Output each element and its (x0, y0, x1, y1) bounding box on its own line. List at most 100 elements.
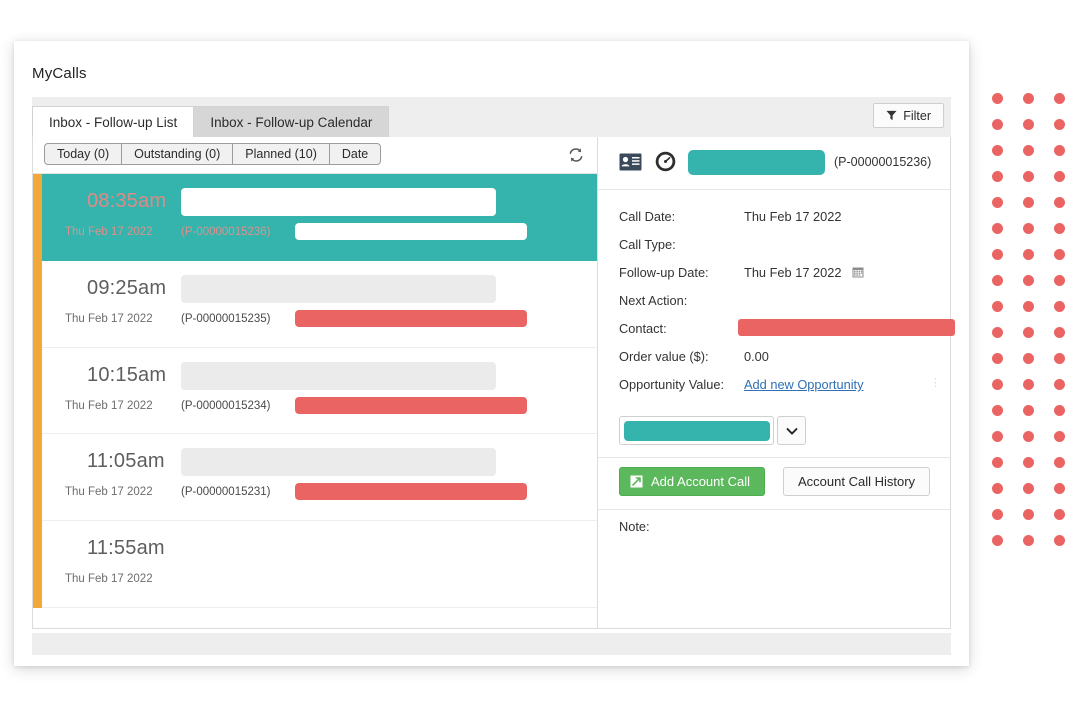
dot-row (992, 379, 1065, 390)
field-contact: Contact: (598, 318, 955, 346)
row-date: Thu Feb 17 2022 (65, 226, 153, 238)
field-label: Call Date: (619, 209, 676, 224)
field-label: Contact: (619, 321, 667, 336)
subtab-today[interactable]: Today (0) (44, 143, 123, 165)
content-split: Today (0) Outstanding (0) Planned (10) D… (32, 137, 955, 629)
dot-row (992, 301, 1065, 312)
dot (1023, 223, 1034, 234)
dot (1054, 301, 1065, 312)
dot (1023, 379, 1034, 390)
dot (1023, 197, 1034, 208)
dot (1054, 353, 1065, 364)
account-name-redacted (688, 150, 825, 175)
field-value: Thu Feb 17 2022 (744, 265, 842, 280)
table-row[interactable]: 11:55am Thu Feb 17 2022 (33, 521, 597, 608)
row-date: Thu Feb 17 2022 (65, 399, 153, 412)
table-row[interactable]: 08:35am Thu Feb 17 2022 (P-00000015236) (33, 174, 597, 261)
table-row[interactable]: 11:05am Thu Feb 17 2022 (P-00000015231) (33, 434, 597, 522)
dot (992, 483, 1003, 494)
dot-row (992, 327, 1065, 338)
dot (992, 119, 1003, 130)
dot (1023, 405, 1034, 416)
dot (992, 457, 1003, 468)
dot-row (992, 405, 1065, 416)
row-time: 08:35am (87, 190, 167, 212)
row-date: Thu Feb 17 2022 (65, 312, 153, 325)
field-value: Thu Feb 17 2022 (744, 209, 842, 224)
table-row[interactable]: 09:25am Thu Feb 17 2022 (P-00000015235) (33, 260, 597, 348)
detail-fields: Call Date: Thu Feb 17 2022 Call Type: Fo… (598, 190, 955, 414)
dot (992, 535, 1003, 546)
row-date: Thu Feb 17 2022 (65, 573, 153, 586)
row-date: Thu Feb 17 2022 (65, 486, 153, 499)
dot-row (992, 223, 1065, 234)
followup-rows-scroll[interactable]: 08:35am Thu Feb 17 2022 (P-00000015236) … (33, 174, 597, 628)
dot (1054, 457, 1065, 468)
dot-group (992, 249, 1065, 312)
dot (1023, 145, 1034, 156)
row-title-redacted (181, 274, 496, 303)
dot-group (992, 171, 1065, 234)
row-time: 09:25am (87, 276, 167, 299)
dot (992, 327, 1003, 338)
dot-group (992, 483, 1065, 546)
field-followup-date: Follow-up Date: Thu Feb 17 2022 (598, 262, 950, 290)
dot (1054, 249, 1065, 260)
subtab-outstanding[interactable]: Outstanding (0) (121, 143, 234, 165)
dot (992, 223, 1003, 234)
dot (1054, 223, 1065, 234)
dot-row (992, 509, 1065, 520)
add-new-opportunity-link[interactable]: Add new Opportunity (744, 377, 864, 392)
dot-row (992, 171, 1065, 182)
note-section[interactable]: Note: (598, 510, 950, 628)
row-time: 11:55am (87, 537, 165, 560)
page-title: MyCalls (32, 65, 87, 82)
refresh-icon[interactable] (567, 146, 585, 164)
row-reference: (P-00000015235) (181, 312, 271, 325)
dot (1023, 275, 1034, 286)
followup-list-panel: Today (0) Outstanding (0) Planned (10) D… (33, 137, 598, 628)
tab-strip: Inbox - Follow-up List Inbox - Follow-up… (32, 97, 951, 137)
dot (992, 275, 1003, 286)
tab-followup-list[interactable]: Inbox - Follow-up List (32, 106, 195, 137)
row-reference: (P-00000015236) (181, 226, 271, 238)
dot-row (992, 535, 1065, 546)
detail-select[interactable] (619, 416, 774, 445)
field-call-date: Call Date: Thu Feb 17 2022 (598, 206, 950, 234)
chevron-down-icon[interactable] (777, 416, 806, 445)
field-next-action: Next Action: (598, 290, 950, 318)
dot (992, 197, 1003, 208)
dot-row (992, 431, 1065, 442)
account-call-history-label: Account Call History (798, 474, 916, 489)
detail-select-row (598, 414, 950, 458)
dot (1023, 93, 1034, 104)
dot (1023, 353, 1034, 364)
dot-row (992, 457, 1065, 468)
dot-row (992, 93, 1065, 104)
dot (1054, 535, 1065, 546)
add-account-call-button[interactable]: Add Account Call (619, 467, 766, 496)
dot-group (992, 327, 1065, 390)
subtab-date[interactable]: Date (328, 143, 382, 165)
dot (1054, 93, 1065, 104)
account-call-history-button[interactable]: Account Call History (783, 467, 931, 496)
dot (1054, 405, 1065, 416)
dot (1023, 457, 1034, 468)
dot (1023, 119, 1034, 130)
scroll-hint-icon: ⋮ (930, 377, 942, 389)
add-call-icon (630, 475, 643, 488)
tab-followup-calendar[interactable]: Inbox - Follow-up Calendar (193, 106, 390, 137)
table-row[interactable]: 10:15am Thu Feb 17 2022 (P-00000015234) (33, 347, 597, 435)
dot (1054, 379, 1065, 390)
dot (1023, 535, 1034, 546)
funnel-icon (886, 110, 897, 121)
subtab-planned[interactable]: Planned (10) (232, 143, 330, 165)
calendar-icon[interactable] (852, 265, 864, 278)
page-root: MyCalls Inbox - Follow-up List Inbox - F… (0, 0, 1080, 720)
dot (992, 93, 1003, 104)
row-subtitle-redacted (295, 483, 527, 501)
dot (992, 171, 1003, 182)
dot (1054, 509, 1065, 520)
dot (992, 405, 1003, 416)
filter-button[interactable]: Filter (873, 103, 944, 128)
